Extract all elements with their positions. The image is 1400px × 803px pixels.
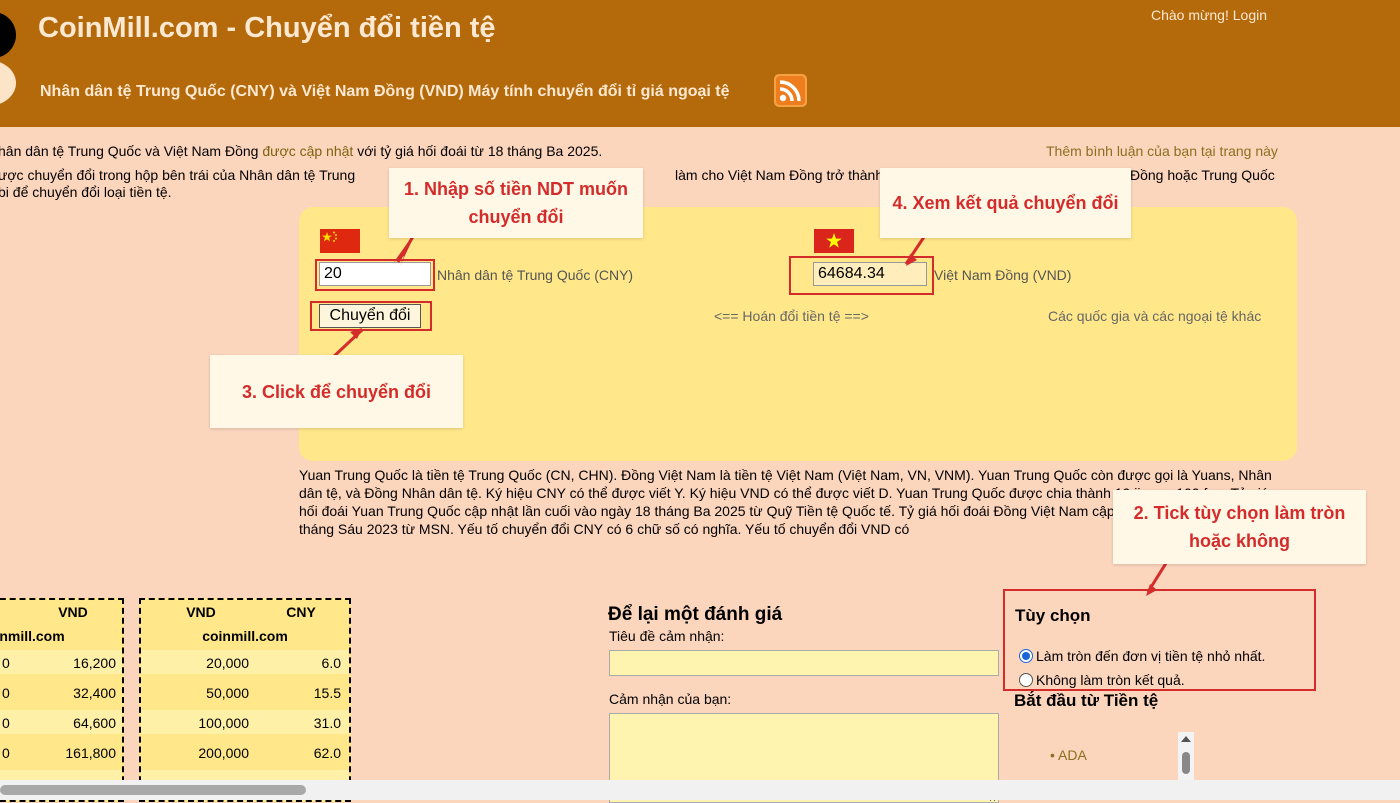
annotation-step-4: 4. Xem kết quả chuyển đổi [880, 168, 1131, 238]
table-cell: 32,400 [73, 685, 116, 701]
table-cell: 6.0 [321, 655, 341, 671]
table-header-vnd: VND [58, 604, 88, 620]
scrollbar-thumb[interactable] [0, 785, 306, 795]
table-cell: 100,000 [198, 715, 249, 731]
review-section-title: Để lại một đánh giá [608, 604, 783, 625]
other-currencies-link[interactable]: Các quốc gia và các ngoại tệ khác [1048, 308, 1261, 324]
table-source: coinmill.com [202, 628, 288, 644]
page-subtitle: Nhân dân tệ Trung Quốc (CNY) và Việt Nam… [40, 83, 730, 100]
rss-feed-icon[interactable] [774, 74, 807, 107]
conversion-table-vnd-cny: VND CNY coinmill.com 20,000 6.0 50,000 1… [139, 598, 351, 802]
currency-list-scrollbar[interactable] [1178, 732, 1194, 780]
table-cell: 64,600 [73, 715, 116, 731]
intro-text: hân dân tệ Trung Quốc và Việt Nam Đồng [0, 143, 263, 159]
start-currency-title: Bắt đầu từ Tiền tệ [1014, 691, 1159, 710]
table-cell: 50,000 [206, 685, 249, 701]
table-cell: 0 [2, 745, 10, 761]
highlight-cny-input [315, 259, 435, 291]
add-comment-link[interactable]: Thêm bình luận của bạn tại trang này [1046, 143, 1278, 159]
updated-link[interactable]: được cập nhật [262, 143, 353, 159]
highlight-vnd-output [789, 256, 934, 295]
highlight-convert-button [310, 301, 432, 331]
table-cell: 16,200 [73, 655, 116, 671]
annotation-text: 3. Click để chuyển đổi [241, 381, 432, 402]
scrollbar-thumb[interactable] [1182, 752, 1190, 774]
table-cell: 161,800 [65, 745, 116, 761]
review-title-input[interactable] [609, 650, 999, 676]
table-cell: 31.0 [313, 715, 341, 731]
conversion-table-cny-vnd: VND nmill.com 0 16,200 0 32,400 0 64,600… [0, 598, 124, 802]
annotation-step-1: 1. Nhập số tiền NDT muốn chuyển đổi [389, 168, 643, 238]
annotation-text: 4. Xem kết quả chuyển đổi [892, 193, 1119, 213]
intro-line-2-end: Đồng hoặc Trung Quốc [1130, 167, 1275, 183]
swap-currencies-link[interactable]: <== Hoán đổi tiền tệ ==> [714, 308, 869, 324]
table-cell: 62.0 [313, 745, 341, 761]
table-header-cny: CNY [286, 604, 316, 620]
annotation-text: chuyển đổi [468, 207, 564, 227]
currency-list-item-label[interactable]: ADA [1058, 747, 1087, 763]
intro-text-end: với tỷ giá hối đoái từ 18 tháng Ba 2025. [353, 143, 603, 159]
intro-line-2-middle: làm cho Việt Nam Đồng trở thành t [675, 167, 891, 183]
highlight-options [1003, 589, 1316, 691]
vnd-currency-label[interactable]: Việt Nam Đồng (VND) [934, 267, 1071, 283]
vietnam-flag-icon[interactable] [814, 229, 854, 253]
review-body-label: Cảm nhận của bạn: [609, 691, 732, 707]
annotation-text: 2. Tick tùy chọn làm tròn [1133, 503, 1346, 523]
annotation-step-3: 3. Click để chuyển đổi [210, 355, 463, 428]
site-title[interactable]: CoinMill.com - Chuyển đổi tiền tệ [38, 12, 496, 45]
welcome-login-link[interactable]: Chào mừng! Login [1151, 7, 1267, 23]
cny-currency-label[interactable]: Nhân dân tệ Trung Quốc (CNY) [437, 267, 633, 283]
intro-line-2-start: ược chuyển đổi trong hộp bên trái của Nh… [0, 167, 356, 183]
table-cell: 20,000 [206, 655, 249, 671]
table-cell: 0 [2, 655, 10, 671]
annotation-text: hoặc không [1188, 531, 1290, 551]
table-source: nmill.com [0, 628, 65, 644]
china-flag-icon[interactable] [320, 229, 360, 253]
intro-line-3: bi để chuyển đổi loại tiền tệ. [0, 184, 172, 200]
table-header-vnd: VND [186, 604, 216, 620]
annotation-step-2: 2. Tick tùy chọn làm tròn hoặc không [1113, 490, 1366, 564]
annotation-text: 1. Nhập số tiền NDT muốn [403, 179, 628, 199]
review-title-label: Tiêu đề cảm nhận: [609, 628, 725, 644]
scroll-up-icon[interactable] [1181, 736, 1191, 742]
page-horizontal-scrollbar[interactable] [0, 780, 1400, 800]
currency-list-item[interactable]: • ADA [1050, 747, 1087, 763]
table-cell: 15.5 [313, 685, 341, 701]
table-cell: 200,000 [198, 745, 249, 761]
intro-line-1: hân dân tệ Trung Quốc và Việt Nam Đồng đ… [0, 143, 602, 159]
table-cell: 0 [2, 715, 10, 731]
table-cell: 0 [2, 685, 10, 701]
